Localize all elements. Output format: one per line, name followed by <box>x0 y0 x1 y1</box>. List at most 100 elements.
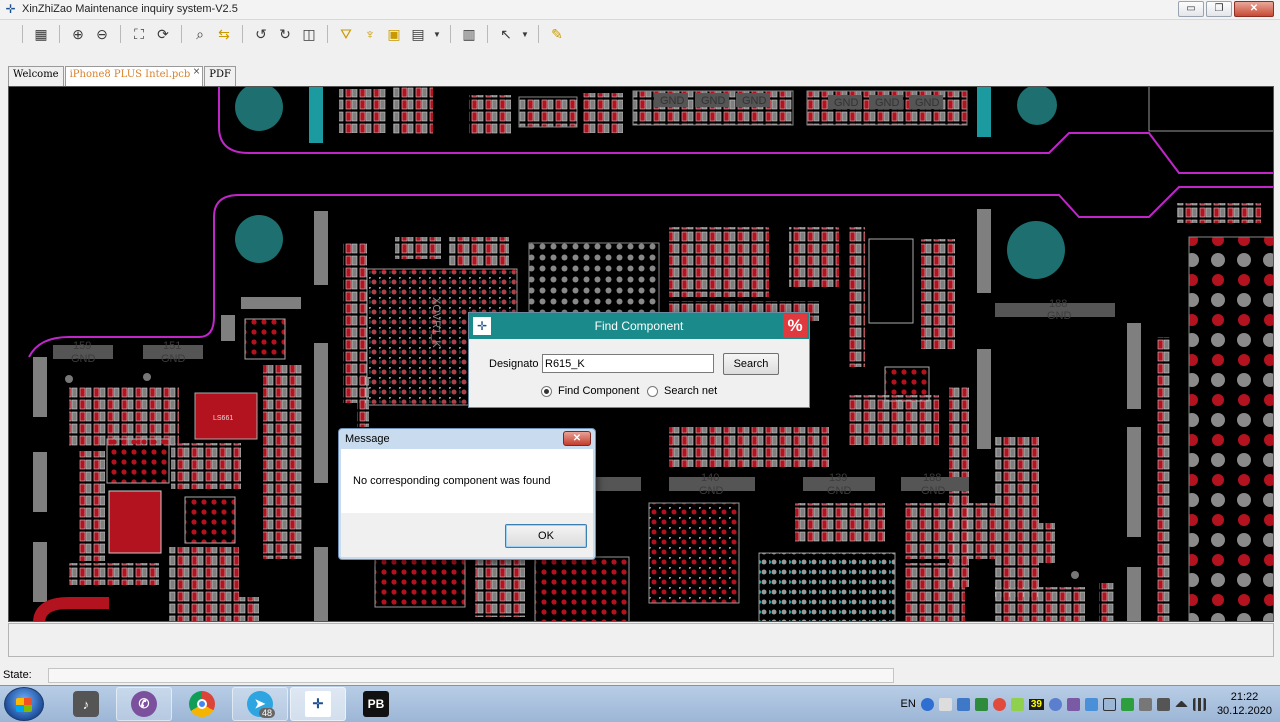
taskbar-app-viber[interactable]: ✆ <box>116 687 172 721</box>
security-icon[interactable] <box>974 697 988 711</box>
find-icon[interactable]: ⌕ <box>190 24 210 44</box>
rotate-left-icon[interactable]: ↺ <box>251 24 271 44</box>
find-component-radio[interactable]: Find Component <box>541 385 639 397</box>
tab-iphone8-pcb[interactable]: iPhone8 PLUS Intel.pcb × <box>64 66 204 86</box>
viber-app-icon: ✆ <box>131 691 157 717</box>
find-dialog-title-bar[interactable]: ✛ Find Component % <box>469 313 809 339</box>
swap-icon[interactable]: ⇆ <box>214 24 234 44</box>
pcb-label-gnd: GND <box>875 97 900 109</box>
zoom-in-icon[interactable]: ⊕ <box>68 24 88 44</box>
zoom-out-icon[interactable]: ⊖ <box>92 24 112 44</box>
pcb-label-net-number: 159 <box>73 340 91 352</box>
signal-icon[interactable] <box>1192 697 1206 711</box>
close-icon[interactable]: % <box>783 314 807 338</box>
clock[interactable]: 21:22 30.12.2020 <box>1217 690 1272 718</box>
board-icon[interactable]: ▣ <box>384 24 404 44</box>
search-net-radio[interactable]: Search net <box>647 385 717 397</box>
designator-input[interactable] <box>542 354 714 373</box>
tray-badge[interactable]: 39 <box>1028 698 1044 710</box>
cursor-dropdown-chevron-icon[interactable]: ▼ <box>520 24 530 44</box>
chrome-app-icon <box>189 691 215 717</box>
tab-label: PDF <box>209 69 231 80</box>
mirror-icon[interactable]: ◫ <box>299 24 319 44</box>
find-component-dialog: ✛ Find Component % Designato Search Find… <box>468 312 810 408</box>
status-field <box>48 668 894 683</box>
note-icon[interactable]: ✎ <box>547 24 567 44</box>
radio-unselected-icon <box>647 385 658 397</box>
phone-icon[interactable] <box>1066 697 1080 711</box>
panel-icon[interactable]: ▥ <box>459 24 479 44</box>
grid-dropdown-chevron-icon[interactable]: ▼ <box>432 24 442 44</box>
system-tray: EN 39 21:22 30.12.2020 <box>901 686 1280 722</box>
application-window: ✛ XinZhiZao Maintenance inquiry system-V… <box>0 0 1280 722</box>
taskbar-app-telegram[interactable]: ➤ 48 <box>232 687 288 721</box>
close-window-button[interactable]: ✕ <box>1234 1 1274 17</box>
taskbar: ♪ ✆ ➤ 48 ✛ PB EN 39 21:22 30.12.2020 <box>0 685 1280 722</box>
pin-icon[interactable]: ♆ <box>360 24 380 44</box>
find-dialog-title: Find Component <box>594 319 684 333</box>
taskbar-app-pb[interactable]: PB <box>348 687 404 721</box>
status-label: State: <box>3 669 32 681</box>
start-button[interactable] <box>4 687 44 721</box>
xinzhizao-app-icon: ✛ <box>305 691 331 717</box>
checkmark-icon[interactable] <box>1120 697 1134 711</box>
pcb-label-gnd: GND <box>701 95 726 107</box>
radio-selected-icon <box>541 385 552 397</box>
viber-tray-icon[interactable] <box>1048 697 1062 711</box>
show-hidden-icons[interactable] <box>1174 701 1188 707</box>
message-dialog-footer: OK <box>341 513 593 557</box>
find-dialog-body: Designato Search Find Component Search n… <box>469 339 809 407</box>
pcb-label-gnd: GND <box>161 353 186 365</box>
network-icon[interactable] <box>956 697 970 711</box>
language-indicator[interactable]: EN <box>901 698 916 710</box>
message-text: No corresponding component was found <box>353 475 551 487</box>
search-button[interactable]: Search <box>723 353 779 375</box>
toolbar-separator <box>181 25 182 43</box>
pcb-label-net-number: 151 <box>163 340 181 352</box>
status-bar: State: <box>0 667 1280 685</box>
maximize-button[interactable]: ❐ <box>1206 1 1232 17</box>
taskbar-app-xinzhizao[interactable]: ✛ <box>290 687 346 721</box>
toolbar-separator <box>450 25 451 43</box>
pcb-label-refdes: XOVR1_K <box>430 297 442 348</box>
taskbar-app-chrome[interactable] <box>174 687 230 721</box>
cloud-icon[interactable] <box>1084 697 1098 711</box>
tab-welcome[interactable]: Welcome <box>8 66 64 86</box>
pen-icon[interactable] <box>938 697 952 711</box>
tab-pdf[interactable]: PDF <box>204 66 236 86</box>
close-icon[interactable]: ✕ <box>563 431 591 446</box>
pcb-label-gnd: GND <box>1047 310 1072 322</box>
tab-close-icon[interactable]: × <box>193 67 201 77</box>
clock-date: 30.12.2020 <box>1216 705 1272 717</box>
layers-icon[interactable]: ▦ <box>31 24 51 44</box>
pcb-label-gnd: GND <box>915 97 940 109</box>
update-icon[interactable] <box>1010 697 1024 711</box>
cursor-icon[interactable]: ↖ <box>496 24 516 44</box>
toolbar-separator <box>327 25 328 43</box>
toolbar: ▦ ⊕ ⊖ ⛶ ⟳ ⌕ ⇆ ↺ ↻ ◫ ⛛ ♆ ▣ ▤ ▼ ▥ ↖ ▼ ✎ <box>0 21 1280 47</box>
pcb-label-gnd: GND <box>660 95 685 107</box>
fit-icon[interactable]: ⛶ <box>129 24 149 44</box>
printer-icon[interactable] <box>1156 697 1170 711</box>
toolbar-separator <box>120 25 121 43</box>
mixer-app-icon: ♪ <box>73 691 99 717</box>
toolbar-separator <box>22 25 23 43</box>
highlight-icon[interactable]: ⛛ <box>336 24 356 44</box>
rotate-right-icon[interactable]: ↻ <box>275 24 295 44</box>
radio-label: Search net <box>664 385 718 397</box>
speaker-icon[interactable] <box>1138 697 1152 711</box>
message-dialog-body: No corresponding component was found OK <box>341 449 593 557</box>
pcb-label-part: LS661 <box>213 415 233 422</box>
chrome-tray-icon[interactable] <box>992 697 1006 711</box>
ok-button[interactable]: OK <box>505 524 587 548</box>
help-icon[interactable] <box>920 697 934 711</box>
toolbar-separator <box>538 25 539 43</box>
grid-icon[interactable]: ▤ <box>408 24 428 44</box>
title-bar: ✛ XinZhiZao Maintenance inquiry system-V… <box>0 0 1280 20</box>
taskbar-app-mixer[interactable]: ♪ <box>58 687 114 721</box>
volume-icon[interactable] <box>1102 697 1116 711</box>
pcb-label-gnd: GND <box>699 485 724 497</box>
pcb-label-gnd: GND <box>834 97 859 109</box>
refresh-icon[interactable]: ⟳ <box>153 24 173 44</box>
minimize-button[interactable]: ▭ <box>1178 1 1204 17</box>
